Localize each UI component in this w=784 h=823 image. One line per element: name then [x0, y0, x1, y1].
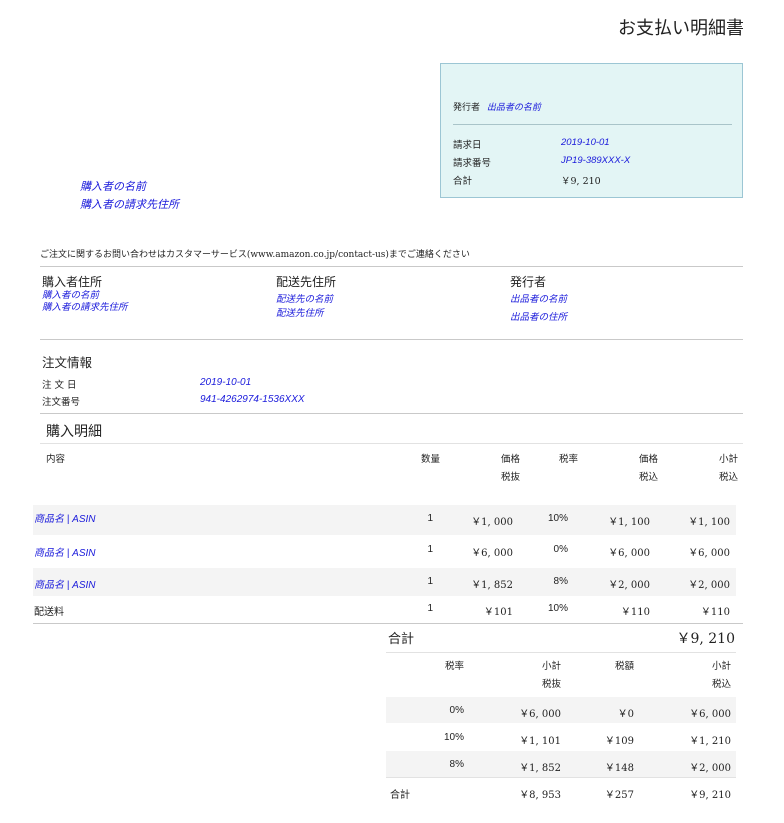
divider — [453, 124, 732, 125]
sum-sub-ex: ￥6, 000 — [519, 709, 561, 720]
sum-tax: ￥148 — [604, 763, 634, 774]
divider — [40, 266, 743, 267]
item-price-in: ￥6, 000 — [608, 548, 650, 559]
item-qty: 1 — [427, 576, 433, 587]
sum-tax: ￥0 — [617, 709, 634, 720]
order-date-label: 注 文 日 — [42, 380, 77, 391]
divider — [40, 413, 743, 414]
sum-sub-ex: ￥1, 852 — [519, 763, 561, 774]
invoice-info-box: 発行者 出品者の名前 請求日 2019-10-01 請求番号 JP19-389X… — [440, 63, 743, 198]
col-qty-header: 数量 — [420, 454, 440, 465]
sum-rate: 0% — [449, 705, 464, 716]
buyer-address-line: 購入者の請求先住所 — [42, 302, 128, 313]
divider — [40, 443, 743, 444]
item-rate: 10% — [547, 513, 568, 524]
sum-total-sub-ex: ￥8, 953 — [519, 790, 561, 801]
document-title: お支払い明細書 — [618, 18, 744, 39]
sum-sub-ex-header: 小計 税抜 — [541, 661, 561, 690]
divider — [386, 652, 736, 653]
sum-sub-in: ￥2, 000 — [689, 763, 731, 774]
item-subtotal: ￥110 — [700, 607, 730, 618]
sum-sub-in: ￥1, 210 — [689, 736, 731, 747]
item-name: 商品名 | ASIN — [34, 580, 96, 591]
issuer-label: 発行者 — [453, 103, 481, 113]
shipping-address-heading: 配送先住所 — [276, 275, 337, 289]
sum-rate-header: 税率 — [444, 661, 464, 672]
item-name: 商品名 | ASIN — [34, 514, 96, 525]
buyer-name: 購入者の名前 — [80, 180, 146, 193]
contact-note: ご注文に関するお問い合わせはカスタマーサービス(www.amazon.co.jp… — [40, 250, 470, 260]
item-qty: 1 — [427, 513, 433, 524]
divider — [40, 339, 743, 340]
sum-sub-ex: ￥1, 101 — [519, 736, 561, 747]
col-price-ex-header: 価格 税抜 — [500, 454, 520, 483]
issuer-line: 発行者 出品者の名前 — [453, 100, 541, 113]
item-price-in: ￥110 — [620, 607, 650, 618]
sum-sub-in: ￥6, 000 — [689, 709, 731, 720]
sum-rate: 10% — [443, 732, 464, 743]
shipping-address-line: 配送先住所 — [276, 308, 324, 319]
total-value: ￥9, 210 — [561, 176, 601, 187]
col-rate-header: 税率 — [558, 454, 578, 465]
item-price-ex: ￥6, 000 — [471, 548, 513, 559]
summary-total: ￥9, 210 — [676, 631, 735, 647]
item-rate: 8% — [553, 576, 568, 587]
item-qty: 1 — [427, 603, 433, 614]
order-number-value: 941-4262974-1536XXX — [200, 394, 305, 405]
shipping-fee-label: 配送料 — [34, 607, 64, 618]
issuer-value: 出品者の名前 — [486, 103, 541, 113]
divider — [33, 623, 743, 624]
summary-heading: 合計 — [388, 632, 415, 647]
invoice-number-value: JP19-389XXX-X — [561, 155, 631, 166]
item-price-ex: ￥101 — [483, 607, 513, 618]
col-subtotal-header: 小計 税込 — [718, 454, 738, 483]
item-rate: 0% — [553, 544, 568, 555]
item-subtotal: ￥1, 100 — [688, 517, 730, 528]
item-price-ex: ￥1, 852 — [471, 580, 513, 591]
item-rate: 10% — [547, 603, 568, 614]
divider — [386, 777, 736, 778]
buyer-address-heading: 購入者住所 — [42, 275, 103, 289]
buyer-billing-address: 購入者の請求先住所 — [80, 198, 179, 211]
sum-total-label: 合計 — [390, 790, 410, 801]
item-qty: 1 — [427, 544, 433, 555]
sum-tax: ￥109 — [604, 736, 634, 747]
sum-total-sub-in: ￥9, 210 — [689, 790, 731, 801]
shipping-address-name: 配送先の名前 — [276, 294, 334, 305]
col-price-in-header: 価格 税込 — [638, 454, 658, 483]
order-date-value: 2019-10-01 — [200, 377, 252, 388]
sum-sub-in-header: 小計 税込 — [711, 661, 731, 690]
sum-tax-header: 税額 — [614, 661, 634, 672]
col-content-header: 内容 — [46, 454, 66, 465]
issuer-address: 出品者の住所 — [510, 312, 568, 323]
sum-total-tax: ￥257 — [604, 790, 634, 801]
invoice-date-value: 2019-10-01 — [561, 137, 610, 148]
order-info-heading: 注文情報 — [42, 355, 93, 370]
total-label: 合計 — [453, 176, 473, 187]
items-heading: 購入明細 — [46, 424, 102, 440]
invoice-date-label: 請求日 — [453, 140, 482, 151]
sum-rate: 8% — [449, 759, 464, 770]
invoice-number-label: 請求番号 — [453, 158, 492, 169]
item-name: 商品名 | ASIN — [34, 548, 96, 559]
issuer-name: 出品者の名前 — [510, 294, 568, 305]
item-price-ex: ￥1, 000 — [471, 517, 513, 528]
item-subtotal: ￥6, 000 — [688, 548, 730, 559]
item-subtotal: ￥2, 000 — [688, 580, 730, 591]
order-number-label: 注文番号 — [42, 397, 81, 408]
item-price-in: ￥2, 000 — [608, 580, 650, 591]
issuer-heading: 発行者 — [510, 275, 547, 289]
item-price-in: ￥1, 100 — [608, 517, 650, 528]
